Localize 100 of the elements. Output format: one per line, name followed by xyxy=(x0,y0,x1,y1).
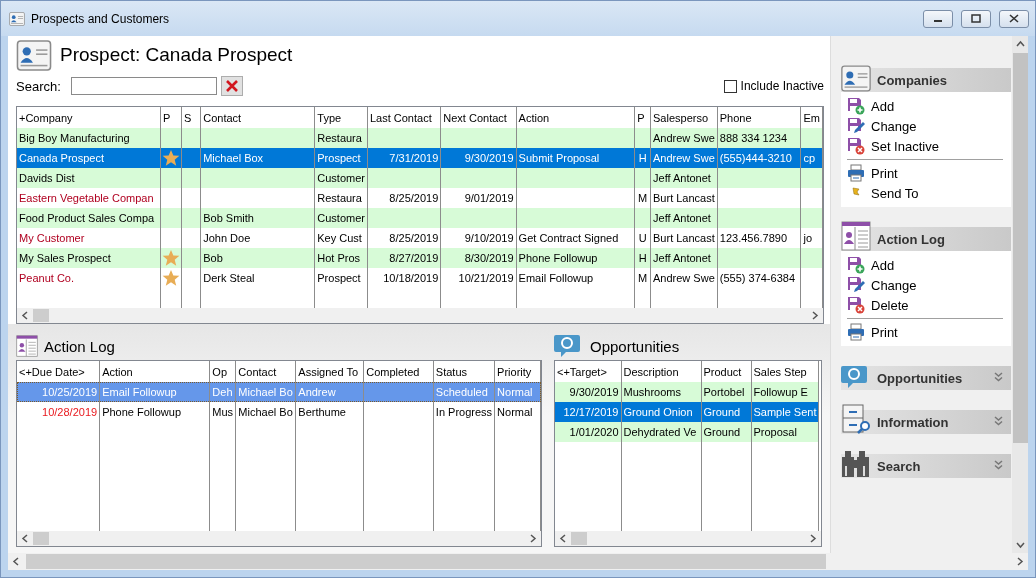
column-header[interactable]: +Company xyxy=(17,107,161,128)
table-cell: Berthume xyxy=(295,402,364,422)
action-link[interactable]: Change xyxy=(847,275,917,295)
table-row[interactable]: 10/28/2019 Phone Followup Mus Michael Bo Berthume In Progress Normal xyxy=(17,402,541,422)
clear-icon xyxy=(226,80,238,92)
table-cell: Normal xyxy=(494,402,541,422)
column-header[interactable]: Status xyxy=(433,361,495,382)
horizontal-scrollbar[interactable] xyxy=(17,531,541,546)
table-row[interactable]: Canada Prospect Michael Box Prospect 7/31/2019 9/30/2019 Submit Proposal H Andrew Swe (555)444-3210 cp xyxy=(17,148,823,168)
action-link[interactable]: Add xyxy=(847,96,895,116)
delete-icon xyxy=(847,137,865,155)
delete-icon xyxy=(847,296,865,314)
star-icon xyxy=(162,269,180,287)
table-cell: Andrew xyxy=(295,382,364,402)
horizontal-scrollbar[interactable] xyxy=(8,553,1028,570)
column-header[interactable]: Action xyxy=(516,107,635,128)
scroll-thumb[interactable] xyxy=(33,309,49,322)
column-header[interactable]: Last Contact xyxy=(367,107,441,128)
scroll-thumb[interactable] xyxy=(571,532,587,545)
column-header[interactable]: Contact xyxy=(200,107,315,128)
maximize-button[interactable] xyxy=(961,9,991,28)
column-header[interactable]: Next Contact xyxy=(440,107,517,128)
expand-chevron-icon[interactable] xyxy=(994,460,1003,470)
table-cell: Derk Steal xyxy=(200,268,315,288)
column-header[interactable]: Completed xyxy=(363,361,434,382)
table-row[interactable]: 1/01/2020 Dehydrated Ve Ground Proposal xyxy=(555,422,819,442)
printer-icon xyxy=(847,164,865,182)
column-header[interactable]: Priority xyxy=(494,361,541,382)
column-header[interactable]: Description xyxy=(621,361,701,382)
horizontal-scrollbar[interactable] xyxy=(17,308,823,323)
record-title: Prospect: Canada Prospect xyxy=(60,44,293,66)
action-link[interactable]: Set Inactive xyxy=(847,136,939,156)
table-row[interactable]: My Sales Prospect Bob Hot Pros 8/27/2019 8/30/2019 Phone Followup H Jeff Antonet xyxy=(17,248,823,268)
table-row[interactable]: 12/17/2019 Ground Onion Ground Sample Sent xyxy=(555,402,819,422)
column-header[interactable]: Type xyxy=(314,107,368,128)
chevron-left-icon[interactable] xyxy=(559,534,567,543)
action-link[interactable]: Print xyxy=(847,163,898,183)
table-cell: 10/18/2019 xyxy=(367,268,441,288)
column-header[interactable]: <+Target> xyxy=(555,361,621,382)
table-cell: Customer xyxy=(314,208,368,228)
scroll-thumb[interactable] xyxy=(33,532,49,545)
table-cell: In Progress xyxy=(433,402,495,422)
table-cell: Deh xyxy=(209,382,236,402)
chevron-left-icon[interactable] xyxy=(21,534,29,543)
chevron-down-icon[interactable] xyxy=(1015,542,1025,549)
table-cell: Michael Bo xyxy=(235,402,296,422)
vertical-scrollbar[interactable] xyxy=(1012,36,1028,553)
table-row[interactable]: Food Product Sales Compa Bob Smith Customer Jeff Antonet xyxy=(17,208,823,228)
table-row[interactable]: 9/30/2019 Mushrooms Portobel Followup E xyxy=(555,382,819,402)
chevron-left-icon[interactable] xyxy=(21,311,29,320)
add-icon xyxy=(847,97,865,115)
column-header[interactable]: Em xyxy=(800,107,823,128)
chevron-up-icon[interactable] xyxy=(1015,40,1025,47)
action-link[interactable]: Send To xyxy=(847,183,919,203)
chevron-right-icon[interactable] xyxy=(811,311,819,320)
column-header[interactable]: Salesperso xyxy=(650,107,718,128)
column-header[interactable]: Product xyxy=(701,361,751,382)
table-row[interactable]: Big Boy Manufacturing Restaura Andrew Swe 888 334 1234 xyxy=(17,128,823,148)
close-button[interactable] xyxy=(999,9,1029,28)
table-cell: Jeff Antonet xyxy=(650,208,718,228)
column-header[interactable]: Contact xyxy=(235,361,296,382)
scroll-thumb[interactable] xyxy=(26,554,826,569)
column-header[interactable]: Assigned To xyxy=(295,361,364,382)
search-field[interactable] xyxy=(71,77,217,95)
column-header[interactable]: P xyxy=(160,107,182,128)
table-cell: (555) 374-6384 xyxy=(717,268,801,288)
table-cell: 10/28/2019 xyxy=(17,402,100,422)
column-header[interactable]: <+Due Date> xyxy=(17,361,100,382)
app-icon xyxy=(9,11,25,26)
scroll-thumb[interactable] xyxy=(1012,53,1028,443)
table-row[interactable]: Peanut Co. Derk Steal Prospect 10/18/2019 10/21/2019 Email Followup M Andrew Swe (555) 374-6384 xyxy=(17,268,823,288)
star-icon xyxy=(162,249,180,267)
table-cell: Phone Followup xyxy=(516,248,635,268)
window-title: Prospects and Customers xyxy=(31,11,171,26)
id-card-icon xyxy=(16,335,38,357)
star-icon xyxy=(162,149,180,167)
add-icon xyxy=(847,256,865,274)
expand-chevron-icon[interactable] xyxy=(994,372,1003,382)
table-row[interactable]: Davids Dist Customer Jeff Antonet xyxy=(17,168,823,188)
chevron-right-icon[interactable] xyxy=(809,534,817,543)
action-link[interactable]: Delete xyxy=(847,295,909,315)
action-link[interactable]: Add xyxy=(847,255,895,275)
chevron-right-icon[interactable] xyxy=(1016,557,1024,566)
column-header[interactable]: Op xyxy=(209,361,236,382)
table-cell: Prospect xyxy=(314,268,368,288)
clear-button[interactable] xyxy=(221,76,243,96)
minimize-button[interactable] xyxy=(923,9,953,28)
column-header[interactable]: Action xyxy=(99,361,210,382)
expand-chevron-icon[interactable] xyxy=(994,416,1003,426)
chevron-right-icon[interactable] xyxy=(529,534,537,543)
chevron-left-icon[interactable] xyxy=(12,557,20,566)
action-link[interactable]: Change xyxy=(847,116,917,136)
column-header[interactable]: Sales Step xyxy=(751,361,819,382)
table-cell: Email Followup xyxy=(516,268,635,288)
horizontal-scrollbar[interactable] xyxy=(555,531,821,546)
table-cell: Proposal xyxy=(751,422,819,442)
table-cell: Bob xyxy=(200,248,315,268)
action-link[interactable]: Print xyxy=(847,322,898,342)
table-cell: Dehydrated Ve xyxy=(621,422,701,442)
column-header[interactable]: Phone xyxy=(717,107,801,128)
